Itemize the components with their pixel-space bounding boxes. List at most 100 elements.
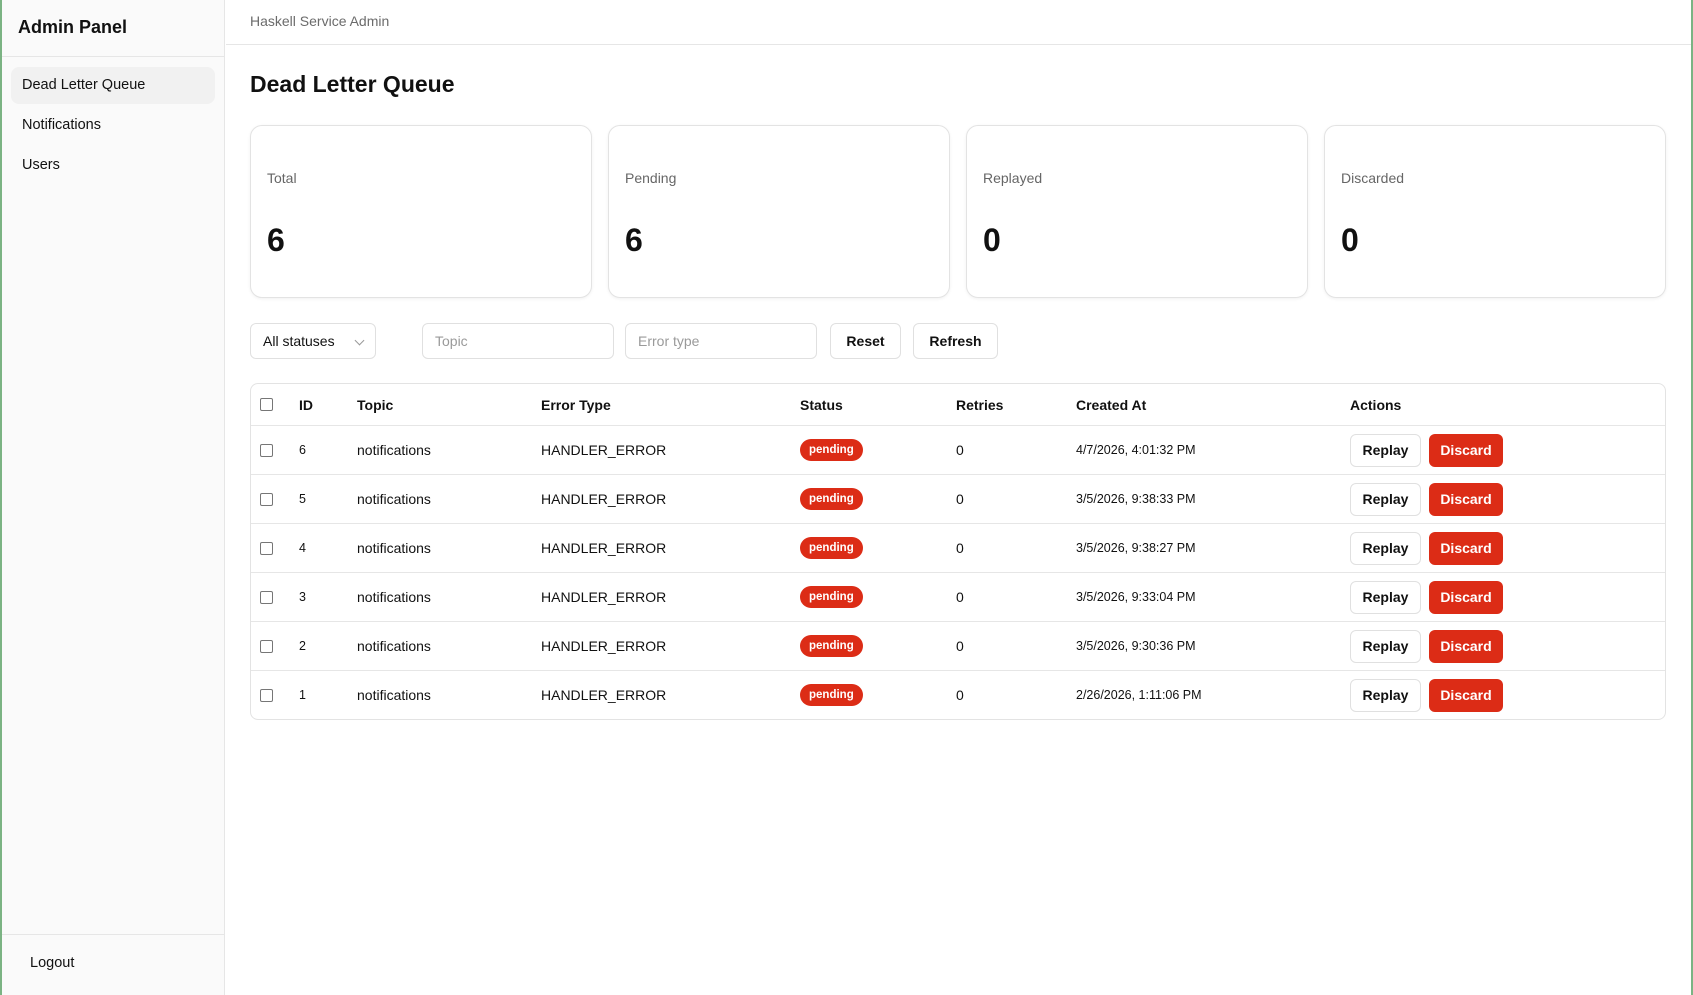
topbar: Haskell Service Admin <box>226 0 1691 45</box>
table-row: 3 notifications HANDLER_ERROR pending 0 … <box>251 572 1665 621</box>
stat-label: Pending <box>625 170 677 186</box>
cell-topic: notifications <box>357 638 431 654</box>
col-header-id: ID <box>299 396 313 413</box>
cell-retries: 0 <box>956 589 964 605</box>
replay-button[interactable]: Replay <box>1350 531 1421 565</box>
refresh-button[interactable]: Refresh <box>913 323 998 359</box>
replay-button[interactable]: Replay <box>1350 482 1421 516</box>
stat-card-discarded: Discarded 0 <box>1324 125 1666 298</box>
stat-label: Total <box>267 170 297 186</box>
chevron-down-icon <box>354 335 365 346</box>
row-select-cell <box>260 524 273 572</box>
row-checkbox[interactable] <box>260 541 273 555</box>
stat-card-total: Total 6 <box>250 125 592 298</box>
table-row: 4 notifications HANDLER_ERROR pending 0 … <box>251 523 1665 572</box>
cell-status: pending <box>800 573 863 621</box>
col-header-topic: Topic <box>357 396 394 413</box>
sidebar-item-users[interactable]: Users <box>11 147 215 184</box>
cell-status: pending <box>800 622 863 670</box>
status-badge: pending <box>800 684 863 706</box>
replay-button[interactable]: Replay <box>1350 433 1421 467</box>
row-select-cell <box>260 475 273 523</box>
col-header-status: Status <box>800 396 843 413</box>
cell-topic: notifications <box>357 442 431 458</box>
cell-actions: Replay Discard <box>1350 426 1503 474</box>
table-row: 1 notifications HANDLER_ERROR pending 0 … <box>251 670 1665 719</box>
cell-id: 6 <box>299 443 306 457</box>
discard-button[interactable]: Discard <box>1429 482 1503 516</box>
cell-created-at: 2/26/2026, 1:11:06 PM <box>1076 688 1202 702</box>
sidebar-item-notifications[interactable]: Notifications <box>11 107 215 144</box>
cell-actions: Replay Discard <box>1350 475 1503 523</box>
row-checkbox[interactable] <box>260 688 273 702</box>
table-row: 6 notifications HANDLER_ERROR pending 0 … <box>251 425 1665 474</box>
stat-card-pending: Pending 6 <box>608 125 950 298</box>
replay-button[interactable]: Replay <box>1350 678 1421 712</box>
select-all-checkbox[interactable] <box>260 398 273 411</box>
discard-button[interactable]: Discard <box>1429 531 1503 565</box>
row-select-cell <box>260 573 273 621</box>
stat-value: 0 <box>983 222 1001 258</box>
service-name: Haskell Service Admin <box>250 13 390 29</box>
cell-status: pending <box>800 671 863 719</box>
cell-topic: notifications <box>357 687 431 703</box>
cell-retries: 0 <box>956 540 964 556</box>
cell-id: 2 <box>299 639 306 653</box>
cell-error-type: HANDLER_ERROR <box>541 442 667 458</box>
row-select-cell <box>260 671 273 719</box>
col-header-error-type: Error Type <box>541 396 611 413</box>
status-badge: pending <box>800 586 863 608</box>
sidebar-item-dead-letter-queue[interactable]: Dead Letter Queue <box>11 67 215 104</box>
status-badge: pending <box>800 439 863 461</box>
cell-id: 5 <box>299 492 306 506</box>
cell-topic: notifications <box>357 589 431 605</box>
col-header-actions: Actions <box>1350 396 1402 413</box>
discard-button[interactable]: Discard <box>1429 433 1503 467</box>
cell-created-at: 4/7/2026, 4:01:32 PM <box>1076 443 1196 457</box>
row-checkbox[interactable] <box>260 492 273 506</box>
replay-button[interactable]: Replay <box>1350 580 1421 614</box>
cell-error-type: HANDLER_ERROR <box>541 638 667 654</box>
discard-button[interactable]: Discard <box>1429 629 1503 663</box>
page-title: Dead Letter Queue <box>250 71 455 97</box>
cell-id: 3 <box>299 590 306 604</box>
row-checkbox[interactable] <box>260 443 273 457</box>
reset-button[interactable]: Reset <box>830 323 901 359</box>
filter-bar: All statuses Reset Refresh <box>250 323 1666 359</box>
sidebar-footer: Logout <box>2 934 224 995</box>
stat-card-replayed: Replayed 0 <box>966 125 1308 298</box>
logout-button[interactable]: Logout <box>30 955 74 971</box>
cell-status: pending <box>800 475 863 523</box>
cell-created-at: 3/5/2026, 9:30:36 PM <box>1076 639 1196 653</box>
select-all-cell <box>260 384 273 425</box>
topic-filter-input[interactable] <box>422 323 614 359</box>
cell-created-at: 3/5/2026, 9:38:33 PM <box>1076 492 1196 506</box>
col-header-created-at: Created At <box>1076 396 1147 413</box>
cell-retries: 0 <box>956 442 964 458</box>
discard-button[interactable]: Discard <box>1429 580 1503 614</box>
cell-error-type: HANDLER_ERROR <box>541 540 667 556</box>
cell-retries: 0 <box>956 491 964 507</box>
cell-actions: Replay Discard <box>1350 622 1503 670</box>
row-select-cell <box>260 426 273 474</box>
row-checkbox[interactable] <box>260 639 273 653</box>
cell-topic: notifications <box>357 540 431 556</box>
replay-button[interactable]: Replay <box>1350 629 1421 663</box>
status-badge: pending <box>800 635 863 657</box>
status-filter-select[interactable]: All statuses <box>250 323 376 359</box>
error-type-filter-input[interactable] <box>625 323 817 359</box>
cell-status: pending <box>800 426 863 474</box>
cell-retries: 0 <box>956 638 964 654</box>
cell-status: pending <box>800 524 863 572</box>
cell-id: 1 <box>299 688 306 702</box>
stat-label: Replayed <box>983 170 1043 186</box>
status-badge: pending <box>800 488 863 510</box>
row-checkbox[interactable] <box>260 590 273 604</box>
discard-button[interactable]: Discard <box>1429 678 1503 712</box>
cell-error-type: HANDLER_ERROR <box>541 491 667 507</box>
cell-error-type: HANDLER_ERROR <box>541 687 667 703</box>
sidebar: Admin Panel Dead Letter Queue Notificati… <box>2 0 225 995</box>
cell-error-type: HANDLER_ERROR <box>541 589 667 605</box>
cell-topic: notifications <box>357 491 431 507</box>
stat-value: 0 <box>1341 222 1359 258</box>
